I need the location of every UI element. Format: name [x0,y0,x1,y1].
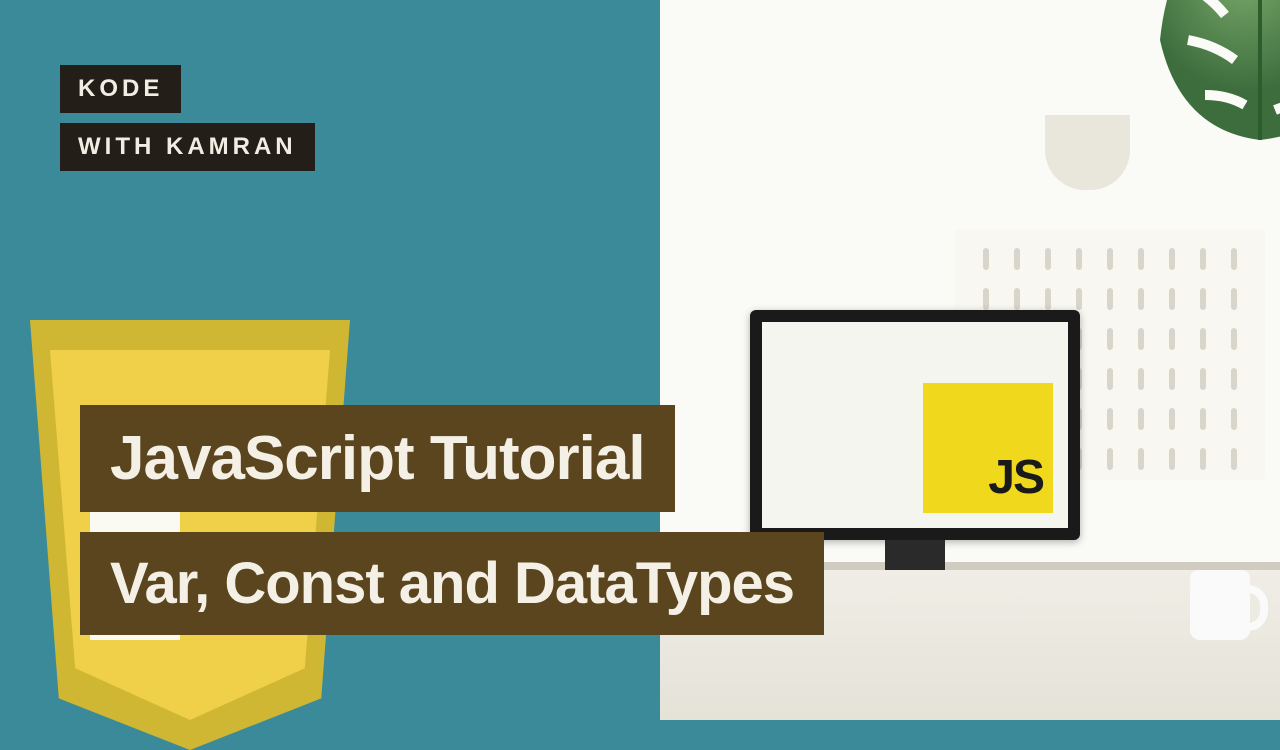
title-main: JavaScript Tutorial [80,405,675,512]
brand-label: KODE WITH KAMRAN [60,65,315,181]
mug [1190,570,1250,640]
brand-line-1: KODE [60,65,181,113]
brand-line-2: WITH KAMRAN [60,123,315,171]
plant-pot [1045,115,1130,190]
js-logo-icon: JS [923,383,1053,513]
title-subtitle: Var, Const and DataTypes [80,532,824,635]
title-container: JavaScript Tutorial Var, Const and DataT… [80,405,824,655]
